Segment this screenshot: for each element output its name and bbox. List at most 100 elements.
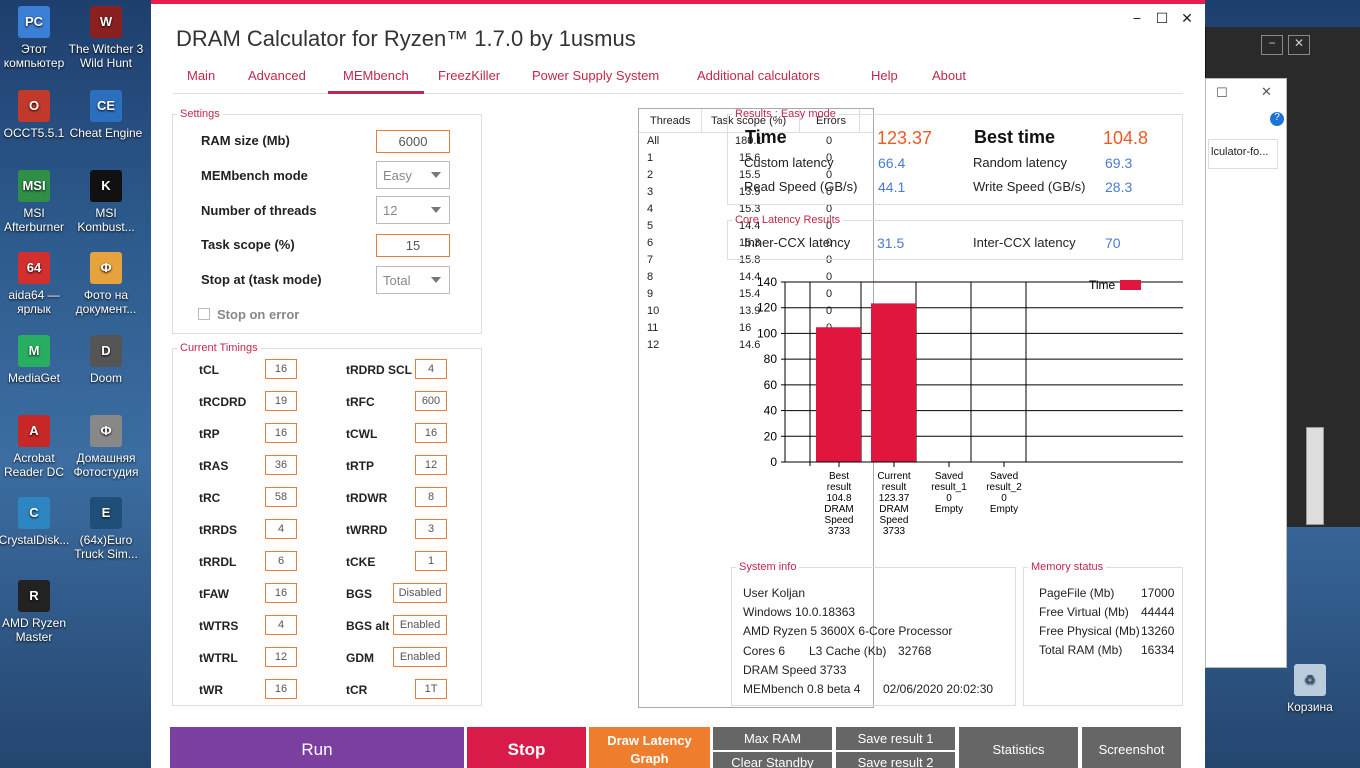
maximize-icon[interactable]: ☐ <box>1216 85 1228 101</box>
desktop-icon[interactable]: O OCCT5.5.1 <box>0 90 72 140</box>
timing-value[interactable]: Enabled <box>393 647 447 667</box>
timing-value[interactable]: 12 <box>415 455 447 475</box>
timing-value[interactable]: 36 <box>265 455 297 475</box>
inter-ccx-value: 70 <box>1105 235 1121 251</box>
timing-value[interactable]: 16 <box>265 679 297 699</box>
desktop-icon[interactable]: A Acrobat Reader DC <box>0 415 72 479</box>
desktop-icon-label: Фото на документ... <box>75 288 137 316</box>
timing-value[interactable]: 600 <box>415 391 447 411</box>
timing-label: BGS alt <box>346 619 390 633</box>
ram-size-input[interactable]: 6000 <box>376 130 450 153</box>
timing-label: tRFC <box>346 395 375 409</box>
timing-value[interactable]: 12 <box>265 647 297 667</box>
timing-value[interactable]: 58 <box>265 487 297 507</box>
stop-at-select[interactable]: Total <box>376 266 450 294</box>
help-icon[interactable]: ? <box>1270 112 1284 126</box>
clear-standby-button[interactable]: Clear Standby <box>713 752 832 768</box>
desktop-icon[interactable]: E (64x)Euro Truck Sim... <box>68 497 144 561</box>
timing-value[interactable]: 19 <box>265 391 297 411</box>
write-speed-value: 28.3 <box>1105 179 1133 195</box>
desktop-icon[interactable]: D Doom <box>68 335 144 385</box>
timing-value[interactable]: 4 <box>265 615 297 635</box>
x-tick-label: 0 <box>946 493 952 504</box>
tab-membench[interactable]: MEMbench <box>328 68 424 94</box>
draw-latency-graph-button[interactable]: Draw Latency Graph <box>589 727 710 768</box>
timing-value[interactable]: 6 <box>265 551 297 571</box>
tab-main[interactable]: Main <box>187 68 215 83</box>
minimize-button[interactable]: − <box>1127 10 1147 26</box>
x-tick-label: 0 <box>1001 493 1007 504</box>
timing-value[interactable]: 16 <box>265 583 297 603</box>
desktop-icon[interactable]: 64 aida64 — ярлык <box>0 252 72 316</box>
results-legend: Results : Easy mode <box>735 108 836 120</box>
timing-label: tRCDRD <box>199 395 247 409</box>
max-ram-button[interactable]: Max RAM <box>713 727 832 750</box>
scrollbar[interactable] <box>1306 427 1324 525</box>
desktop-icon[interactable]: K MSI Kombust... <box>68 170 144 234</box>
desktop-icon[interactable]: Ф Фото на документ... <box>68 252 144 316</box>
app-icon: Ф <box>90 252 122 284</box>
run-button[interactable]: Run <box>170 727 464 768</box>
address-bar[interactable]: lculator-fo... <box>1208 139 1278 169</box>
timing-value[interactable]: 4 <box>415 359 447 379</box>
screenshot-button[interactable]: Screenshot <box>1082 727 1181 768</box>
timing-value[interactable]: Enabled <box>393 615 447 635</box>
timing-label: tRTP <box>346 459 374 473</box>
timing-label: tRC <box>199 491 221 505</box>
timing-value[interactable]: 1T <box>415 679 447 699</box>
app-icon: D <box>90 335 122 367</box>
tab-advanced[interactable]: Advanced <box>248 68 306 83</box>
tab-additional-calculators[interactable]: Additional calculators <box>697 68 820 83</box>
timing-value[interactable]: 8 <box>415 487 447 507</box>
timing-value[interactable]: 3 <box>415 519 447 539</box>
desktop-icon-label: Cheat Engine <box>69 126 143 140</box>
desktop-icon-label: AMD Ryzen Master <box>1 616 66 644</box>
core-latency-legend: Core Latency Results <box>735 214 841 226</box>
close-icon[interactable]: ✕ <box>1261 84 1272 100</box>
desktop-icon[interactable]: CE Cheat Engine <box>68 90 144 140</box>
timing-value[interactable]: 16 <box>265 423 297 443</box>
app-icon: C <box>18 497 50 529</box>
timing-value[interactable]: 1 <box>415 551 447 571</box>
thread-cell: 1 <box>647 152 654 164</box>
membench-mode-select[interactable]: Easy <box>376 161 450 189</box>
memory-value: 13260 <box>1141 624 1175 638</box>
task-scope-input[interactable]: 15 <box>376 234 450 257</box>
tab-about[interactable]: About <box>932 68 966 83</box>
x-tick-label: Saved <box>935 471 963 482</box>
stop-on-error-checkbox[interactable] <box>198 308 210 320</box>
recycle-bin-icon[interactable]: ♻ Корзина <box>1272 664 1348 714</box>
save-result-1-button[interactable]: Save result 1 <box>836 727 955 750</box>
minimize-icon[interactable]: − <box>1261 35 1283 55</box>
desktop-icon[interactable]: MSI MSI Afterburner <box>0 170 72 234</box>
close-button[interactable]: ✕ <box>1177 10 1197 27</box>
desktop-icon[interactable]: M MediaGet <box>0 335 72 385</box>
tab-help[interactable]: Help <box>871 68 898 83</box>
timing-value[interactable]: 4 <box>265 519 297 539</box>
app-icon: CE <box>90 90 122 122</box>
desktop-icon[interactable]: Ф Домашняя Фотостудия <box>68 415 144 479</box>
desktop-icon[interactable]: PC Этот компьютер <box>0 6 72 70</box>
thread-cell: 8 <box>647 271 654 283</box>
maximize-button[interactable]: ☐ <box>1152 10 1172 27</box>
close-icon[interactable]: ✕ <box>1288 35 1310 55</box>
tab-freezkiller[interactable]: FreezKiller <box>438 68 500 83</box>
tab-power-supply-system[interactable]: Power Supply System <box>532 68 659 83</box>
desktop-icon[interactable]: R AMD Ryzen Master <box>0 580 72 644</box>
time-label: Time <box>745 127 787 147</box>
save-result-2-button[interactable]: Save result 2 <box>836 752 955 768</box>
timing-label: tWRRD <box>346 523 388 537</box>
statistics-button[interactable]: Statistics <box>959 727 1078 768</box>
timing-value[interactable]: 16 <box>265 359 297 379</box>
stop-button[interactable]: Stop <box>467 727 586 768</box>
timing-value[interactable]: 16 <box>415 423 447 443</box>
timing-value[interactable]: Disabled <box>393 583 447 603</box>
x-tick-label: Speed <box>880 515 909 526</box>
x-tick-label: result_2 <box>986 482 1022 493</box>
threads-select[interactable]: 12 <box>376 196 450 224</box>
app-icon: W <box>90 6 122 38</box>
memory-label: Total RAM (Mb) <box>1039 643 1123 657</box>
desktop-icon[interactable]: C CrystalDisk... <box>0 497 72 547</box>
desktop-icon[interactable]: W The Witcher 3 Wild Hunt <box>68 6 144 70</box>
custom-latency-value: 66.4 <box>878 155 906 171</box>
